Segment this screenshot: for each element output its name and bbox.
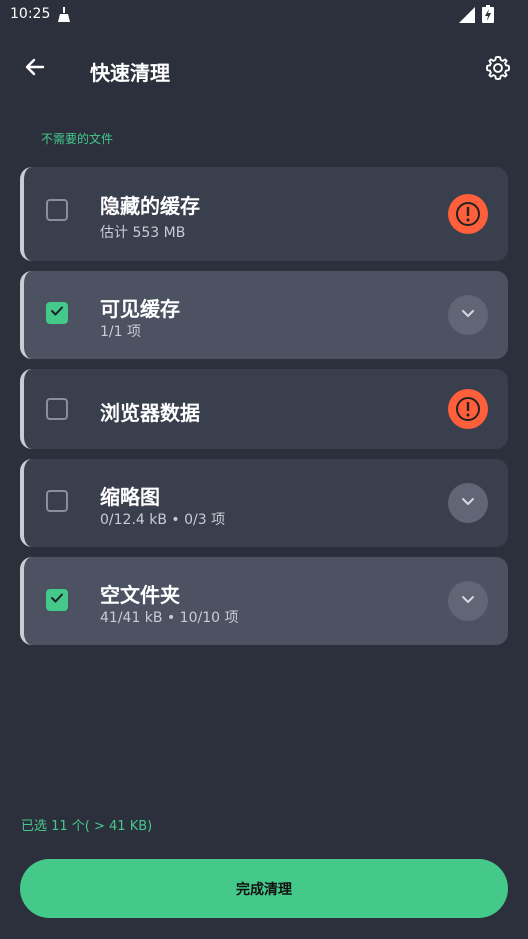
battery-charging-icon bbox=[482, 5, 494, 27]
warning-icon[interactable] bbox=[448, 194, 488, 234]
broom-icon bbox=[58, 7, 70, 27]
warning-icon[interactable] bbox=[448, 389, 488, 429]
item-title: 缩略图 bbox=[100, 485, 160, 509]
list-item-browser-data[interactable]: 浏览器数据 bbox=[20, 369, 508, 449]
expand-button[interactable] bbox=[448, 295, 488, 335]
list-item-hidden-cache[interactable]: 隐藏的缓存 估计 553 MB bbox=[20, 167, 508, 261]
status-time: 10:25 bbox=[10, 6, 51, 22]
section-label: 不需要的文件 bbox=[41, 132, 114, 146]
settings-button[interactable] bbox=[480, 52, 516, 88]
list-item-empty-folders[interactable]: 空文件夹 41/41 kB • 10/10 项 bbox=[20, 557, 508, 645]
item-title: 可见缓存 bbox=[100, 297, 180, 321]
checkbox-checked[interactable] bbox=[46, 302, 68, 324]
item-title: 浏览器数据 bbox=[100, 401, 200, 425]
chevron-down-icon bbox=[458, 303, 478, 327]
list-item-visible-cache[interactable]: 可见缓存 1/1 项 bbox=[20, 271, 508, 359]
expand-button[interactable] bbox=[448, 581, 488, 621]
item-title: 空文件夹 bbox=[100, 583, 180, 607]
item-subtitle: 0/12.4 kB • 0/3 项 bbox=[100, 512, 226, 528]
back-button[interactable] bbox=[18, 52, 52, 86]
item-subtitle: 41/41 kB • 10/10 项 bbox=[100, 610, 239, 626]
chevron-down-icon bbox=[458, 589, 478, 613]
checkbox[interactable] bbox=[46, 398, 68, 420]
item-title: 隐藏的缓存 bbox=[100, 194, 200, 218]
status-bar: 10:25 bbox=[0, 0, 528, 30]
list-item-thumbnails[interactable]: 缩略图 0/12.4 kB • 0/3 项 bbox=[20, 459, 508, 547]
arrow-back-icon bbox=[23, 55, 47, 83]
selection-summary: 已选 11 个( > 41 KB) bbox=[21, 819, 153, 834]
check-icon bbox=[49, 590, 65, 610]
gear-icon bbox=[484, 54, 512, 86]
checkbox[interactable] bbox=[46, 199, 68, 221]
checkbox[interactable] bbox=[46, 490, 68, 512]
app-bar: 快速清理 bbox=[0, 40, 528, 100]
page-title: 快速清理 bbox=[90, 61, 170, 85]
expand-button[interactable] bbox=[448, 483, 488, 523]
check-icon bbox=[49, 303, 65, 323]
item-subtitle: 1/1 项 bbox=[100, 324, 141, 340]
checkbox-checked[interactable] bbox=[46, 589, 68, 611]
item-subtitle: 估计 553 MB bbox=[100, 225, 186, 241]
chevron-down-icon bbox=[458, 491, 478, 515]
signal-icon bbox=[459, 7, 475, 27]
finish-cleanup-button[interactable]: 完成清理 bbox=[20, 859, 508, 918]
